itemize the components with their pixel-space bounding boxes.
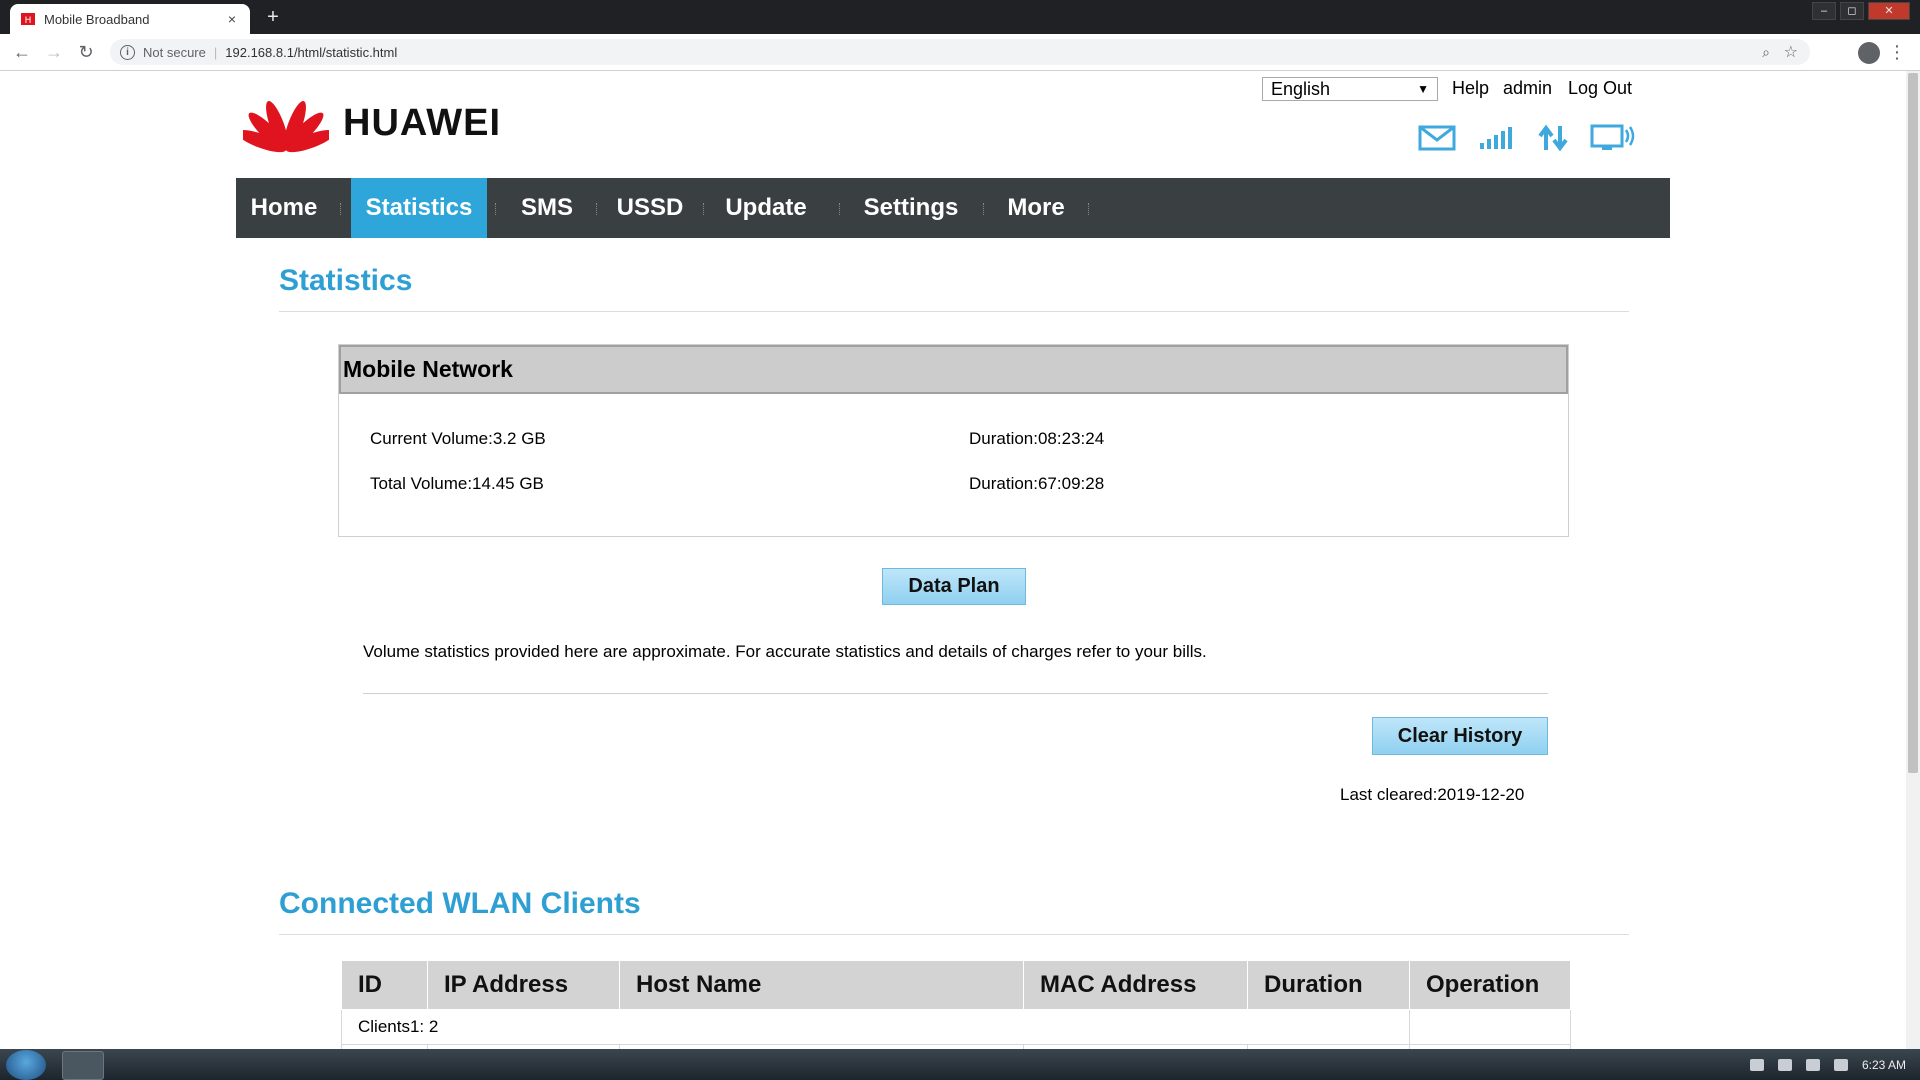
column-header-ip-address: IP Address [427,960,620,1010]
action-center-tray-icon[interactable] [1805,1058,1820,1071]
page-title: Statistics [279,264,413,297]
window-controls: – ◻ ✕ [1812,2,1910,20]
reload-icon[interactable]: ↻ [74,41,98,63]
current-duration: Duration:08:23:24 [969,429,1105,448]
back-arrow-icon[interactable]: ← [10,41,34,63]
nav-statistics[interactable]: Statistics [351,178,487,238]
security-label: Not secure [143,44,206,60]
browser-tab[interactable]: H Mobile Broadband × [10,4,250,34]
clients-title-divider [279,934,1629,935]
address-bar[interactable]: i Not secure | 192.168.8.1/html/statisti… [110,39,1810,65]
total-duration: Duration:67:09:28 [969,474,1105,493]
window-close-button[interactable]: ✕ [1868,2,1910,20]
mail-icon[interactable] [1418,125,1456,151]
current-volume: Current Volume:3.2 GB [370,429,546,448]
url-text[interactable]: 192.168.8.1/html/statistic.html [225,45,397,60]
network-tray-icon[interactable] [1749,1058,1764,1071]
pc-connect-icon [1590,124,1635,150]
title-divider [279,311,1629,312]
restore-button[interactable]: ◻ [1840,2,1864,20]
data-plan-button[interactable]: Data Plan [882,568,1026,605]
svg-text:H: H [25,16,32,25]
column-header-mac-address: MAC Address [1023,960,1248,1010]
zoom-icon[interactable]: ⌕ [1762,44,1770,61]
nav-divider [703,203,705,215]
nav-divider [1088,203,1090,215]
logo-wordmark: HUAWEI [343,101,501,144]
dropdown-arrow-icon: ▼ [1417,82,1429,96]
volume-notice: Volume statistics provided here are appr… [363,642,1207,661]
tab-close-icon[interactable]: × [222,11,242,27]
column-header-id: ID [341,960,428,1010]
column-header-host-name: Host Name [619,960,1024,1010]
nav-ussd[interactable]: USSD [603,178,697,238]
nav-divider [340,203,342,215]
main-navigation: Home Statistics SMS USSD Update Settings… [236,178,1670,238]
omnibox-separator: | [213,44,218,60]
browser-toolbar: ← → ↻ i Not secure | 192.168.8.1/html/st… [0,34,1920,71]
language-select[interactable]: English ▼ [1262,77,1438,101]
huawei-favicon-icon: H [20,12,36,26]
clock[interactable]: 6:23 AM [1862,1058,1906,1072]
huawei-logo: HUAWEI [243,90,501,156]
info-icon[interactable]: i [120,44,135,60]
total-volume: Total Volume:14.45 GB [370,474,544,493]
huawei-flower-icon [243,101,329,153]
admin-link[interactable]: admin [1503,78,1552,99]
nav-divider [983,203,985,215]
nav-sms[interactable]: SMS [504,178,590,238]
panel-title: Mobile Network [339,345,1568,394]
clear-history-button[interactable]: Clear History [1372,717,1548,755]
nav-divider [839,203,841,215]
nav-home[interactable]: Home [236,178,332,238]
status-icon-bar [1418,124,1636,152]
nav-settings[interactable]: Settings [847,178,975,238]
volume-tray-icon[interactable] [1777,1058,1792,1071]
clients-summary: Clients1: 2 [341,1009,1410,1045]
start-button[interactable] [6,1050,46,1080]
logout-link[interactable]: Log Out [1568,78,1632,99]
language-value: English [1271,78,1331,99]
tab-title: Mobile Broadband [44,11,150,27]
nav-divider [495,203,497,215]
forward-arrow-icon[interactable]: → [42,41,66,63]
table-row: Clients1: 2 [341,1009,1571,1045]
browser-menu-icon[interactable]: ⋮ [1888,41,1906,63]
bookmark-star-icon[interactable]: ☆ [1784,42,1798,62]
windows-taskbar: 6:23 AM [0,1049,1920,1080]
mobile-network-panel: Mobile Network Current Volume:3.2 GB Dur… [338,344,1569,537]
last-cleared-text: Last cleared:2019-12-20 [1340,785,1525,804]
notice-divider [363,693,1548,694]
minimize-button[interactable]: – [1812,2,1836,20]
scrollbar-thumb[interactable] [1908,73,1918,773]
system-tray: 6:23 AM [1749,1049,1906,1080]
table-cell [1409,1009,1571,1045]
help-link[interactable]: Help [1452,78,1489,99]
profile-avatar-icon[interactable] [1858,42,1880,64]
browser-tab-bar: H Mobile Broadband × + – ◻ ✕ [0,0,1920,34]
column-header-duration: Duration [1247,960,1410,1010]
page-scrollbar[interactable] [1906,71,1920,1049]
nav-more[interactable]: More [992,178,1080,238]
keyboard-tray-icon[interactable] [1833,1058,1848,1071]
clients-title: Connected WLAN Clients [279,887,641,920]
nav-divider [596,203,598,215]
table-header-row: ID IP Address Host Name MAC Address Dura… [341,960,1571,1010]
data-transfer-icon [1538,124,1568,152]
new-tab-button[interactable]: + [262,6,284,28]
nav-update[interactable]: Update [711,178,821,238]
signal-icon [1480,127,1512,149]
column-header-operation: Operation [1409,960,1571,1010]
chrome-taskbar-icon[interactable] [62,1051,104,1080]
